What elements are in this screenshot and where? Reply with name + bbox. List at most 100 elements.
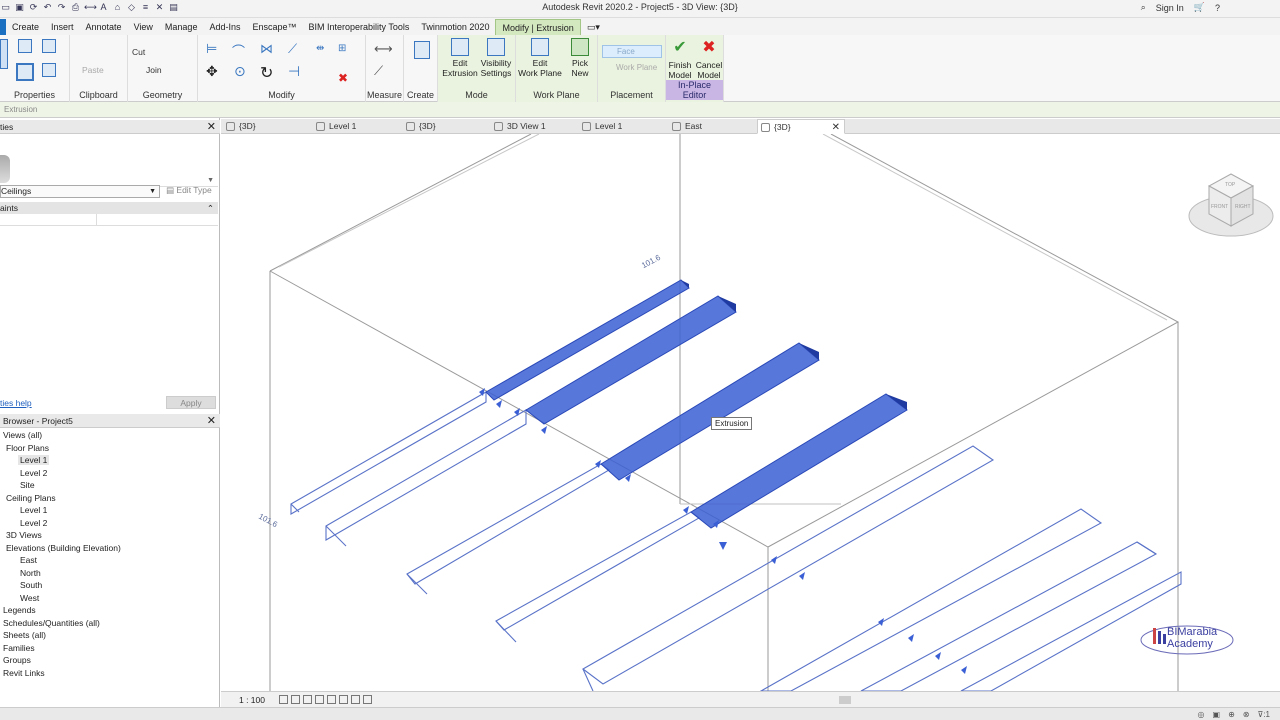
tree-item[interactable]: Legends — [3, 605, 36, 615]
sun-path-icon[interactable] — [303, 695, 312, 704]
tree-item[interactable]: Elevations (Building Elevation) — [6, 543, 121, 553]
view-tab[interactable]: Level 1 — [579, 119, 669, 134]
measure-icon[interactable]: ⟷ — [84, 2, 97, 13]
select-links-icon[interactable]: ⊕ — [1228, 710, 1235, 719]
view-tab-active[interactable]: {3D} ✕ — [757, 119, 845, 134]
tree-item[interactable]: Groups — [3, 655, 31, 665]
dimension-icon[interactable]: ⟋ — [374, 63, 383, 79]
tree-item[interactable]: Revit Links — [3, 668, 45, 678]
split-icon[interactable]: ⇹ — [316, 43, 324, 54]
cancel-model-button[interactable]: ✖ Cancel Model — [694, 38, 724, 80]
tree-item[interactable]: West — [20, 593, 39, 603]
property-row[interactable] — [0, 214, 218, 226]
work-plane-option[interactable]: Work Plane — [602, 62, 662, 74]
create-group-icon[interactable] — [414, 41, 430, 59]
tab-overflow-icon[interactable]: ▭▾ — [581, 19, 606, 35]
help-icon[interactable]: ? — [1215, 3, 1220, 13]
view-tab[interactable]: 3D View 1 — [491, 119, 579, 134]
tree-item[interactable]: Ceiling Plans — [6, 493, 56, 503]
detail-level-icon[interactable] — [279, 695, 288, 704]
render-icon[interactable] — [327, 695, 336, 704]
paste-button[interactable]: Paste — [82, 65, 104, 75]
tree-item[interactable]: Level 1 — [18, 455, 50, 465]
delete-icon[interactable]: ✖ — [338, 71, 348, 85]
edit-extrusion-button[interactable]: Edit Extrusion — [440, 38, 480, 78]
tree-item[interactable]: South — [20, 580, 42, 590]
3d-viewport[interactable]: 101.6 101.6 Extrusion TOP FRONT RIGHT BI… — [221, 134, 1280, 691]
array-icon[interactable]: ⊞ — [338, 43, 346, 54]
constraints-group[interactable]: aints ⌃ — [0, 202, 218, 214]
family-types-icon[interactable] — [42, 39, 56, 53]
rotate-icon[interactable]: ↻ — [260, 63, 273, 83]
view-tab[interactable]: {3D} — [223, 119, 313, 134]
view-tab[interactable]: East — [669, 119, 757, 134]
move-icon[interactable]: ✥ — [206, 63, 218, 80]
trim-icon[interactable]: ⊣ — [288, 63, 300, 80]
tree-item[interactable]: Site — [20, 480, 35, 490]
horizontal-scrollbar[interactable] — [839, 696, 851, 704]
reveal-hidden-icon[interactable] — [363, 695, 372, 704]
tree-item[interactable]: Level 2 — [20, 468, 47, 478]
tab-insert[interactable]: Insert — [45, 19, 80, 35]
tab-enscape[interactable]: Enscape™ — [246, 19, 302, 35]
tab-annotate[interactable]: Annotate — [80, 19, 128, 35]
tree-item[interactable]: Families — [3, 643, 35, 653]
tab-modify-extrusion[interactable]: Modify | Extrusion — [495, 19, 581, 35]
modify-icon[interactable] — [0, 39, 8, 69]
copy-icon[interactable]: ⊙ — [234, 63, 246, 80]
properties-icon[interactable] — [16, 63, 34, 81]
tab-bim-interoperability[interactable]: BIM Interoperability Tools — [303, 19, 416, 35]
visibility-settings-button[interactable]: Visibility Settings — [476, 38, 516, 78]
chevron-down-icon[interactable]: ▼ — [207, 177, 214, 184]
close-icon[interactable]: ✕ — [832, 120, 840, 135]
apply-button[interactable]: Apply — [166, 396, 216, 409]
3d-view-icon[interactable]: ⌂ — [112, 2, 123, 13]
view-scale[interactable]: 1 : 100 — [239, 695, 265, 705]
tree-item[interactable]: Floor Plans — [6, 443, 49, 453]
properties-help-link[interactable]: ties help — [0, 398, 32, 408]
tree-item[interactable]: Views (all) — [3, 430, 42, 440]
tree-item[interactable]: 3D Views — [6, 530, 42, 540]
search-icon[interactable]: ⌕ — [1141, 2, 1146, 13]
tree-item[interactable]: Schedules/Quantities (all) — [3, 618, 100, 628]
tree-item[interactable]: Level 2 — [20, 518, 47, 528]
type-properties-icon[interactable] — [18, 39, 32, 53]
visual-style-icon[interactable] — [291, 695, 300, 704]
view-tab[interactable]: Level 1 — [313, 119, 403, 134]
tab-manage[interactable]: Manage — [159, 19, 204, 35]
measure-icon[interactable]: ⟷ — [374, 41, 393, 57]
worksets-icon[interactable]: ◎ — [1198, 710, 1205, 719]
tree-item[interactable]: East — [20, 555, 37, 565]
mirror-axis-icon[interactable]: ⋈ — [260, 41, 273, 57]
select-pinned-icon[interactable]: ⊗ — [1243, 710, 1250, 719]
pick-new-button[interactable]: Pick New — [564, 38, 596, 78]
edit-work-plane-button[interactable]: Edit Work Plane — [518, 38, 562, 78]
section-icon[interactable]: ◇ — [126, 2, 137, 13]
cart-icon[interactable]: 🛒 — [1194, 2, 1205, 13]
sign-in-link[interactable]: Sign In — [1156, 3, 1184, 13]
temporary-hide-icon[interactable] — [351, 695, 360, 704]
tree-item[interactable]: Sheets (all) — [3, 630, 46, 640]
family-dropdown[interactable]: Ceilings ▼ — [0, 185, 160, 198]
tree-item[interactable]: Level 1 — [20, 505, 47, 515]
thin-lines-icon[interactable]: ≡ — [140, 2, 151, 13]
collapse-icon[interactable]: ⌃ — [207, 202, 214, 214]
redo-icon[interactable]: ↷ — [56, 2, 67, 13]
view-tab[interactable]: {3D} — [403, 119, 493, 134]
open-icon[interactable]: ▭ — [0, 2, 11, 13]
crop-icon[interactable] — [339, 695, 348, 704]
family-category-icon[interactable] — [42, 63, 56, 77]
tree-item[interactable]: North — [20, 568, 41, 578]
sync-icon[interactable]: ⟳ — [28, 2, 39, 13]
tab-create[interactable]: Create — [6, 19, 45, 35]
shadows-icon[interactable] — [315, 695, 324, 704]
offset-icon[interactable]: ⌒ — [232, 41, 245, 60]
align-icon[interactable]: ⊨ — [206, 41, 217, 57]
tab-view[interactable]: View — [128, 19, 159, 35]
face-option[interactable]: Face — [602, 45, 662, 58]
close-icon[interactable]: ✕ — [207, 414, 216, 428]
filter-icon[interactable]: ⊽:1 — [1257, 710, 1270, 719]
edit-type-button[interactable]: ▤ Edit Type — [166, 185, 212, 196]
finish-model-button[interactable]: ✔ Finish Model — [666, 38, 694, 80]
viewcube[interactable]: TOP FRONT RIGHT — [1187, 170, 1277, 244]
